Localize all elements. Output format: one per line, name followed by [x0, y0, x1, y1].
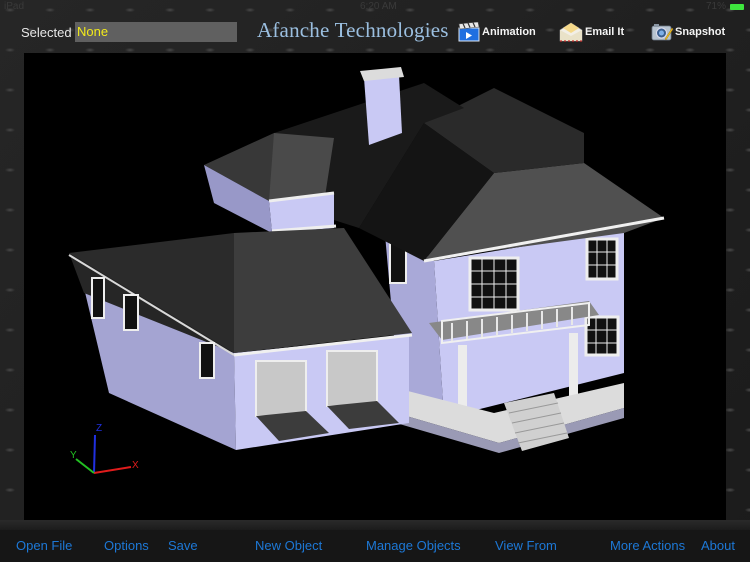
y-axis-label: Y	[70, 450, 77, 461]
status-time: 6:20 AM	[360, 1, 397, 12]
toolbar-divider	[0, 520, 750, 530]
email-it-button[interactable]: Email It	[559, 21, 624, 43]
garage-side-window	[199, 342, 215, 379]
chimney	[364, 75, 402, 145]
status-right: 71%	[706, 1, 744, 12]
about-button[interactable]: About	[701, 538, 735, 553]
x-axis-label: X	[132, 460, 139, 471]
house-model[interactable]: Z X Y	[24, 53, 726, 520]
upper-roof-face	[269, 133, 334, 203]
device-label: iPad	[4, 1, 25, 12]
3d-viewport[interactable]: Z X Y	[24, 53, 726, 520]
battery-icon	[730, 3, 744, 10]
porch-column	[569, 333, 578, 403]
axis-gizmo: Z X Y	[70, 423, 139, 474]
garage-door-right	[326, 350, 378, 407]
window-upper-right	[585, 237, 619, 281]
selected-object-field: None	[75, 22, 237, 42]
view-from-button[interactable]: View From	[495, 538, 557, 553]
garage-roof-front	[234, 228, 412, 353]
snapshot-label: Snapshot	[675, 26, 726, 38]
bottom-toolbar: Open File Options Save New Object Manage…	[0, 520, 750, 562]
camera-icon	[651, 22, 673, 42]
garage-side-window	[91, 277, 105, 319]
garage-side-window	[123, 294, 139, 331]
z-axis	[93, 434, 96, 474]
email-it-label: Email It	[585, 26, 625, 38]
x-axis	[93, 466, 132, 474]
battery-percent: 71%	[705, 1, 726, 12]
open-file-button[interactable]: Open File	[16, 538, 72, 553]
options-button[interactable]: Options	[104, 538, 149, 553]
manage-objects-button[interactable]: Manage Objects	[366, 538, 461, 553]
animation-button[interactable]: Animation	[458, 21, 536, 43]
clapperboard-icon	[458, 22, 480, 42]
animation-label: Animation	[482, 26, 536, 38]
more-actions-button[interactable]: More Actions	[610, 538, 685, 553]
brand-title: Afanche Technologies	[257, 18, 449, 42]
snapshot-button[interactable]: Snapshot	[651, 21, 725, 43]
envelope-icon	[559, 22, 583, 42]
y-axis	[75, 458, 95, 474]
status-bar: iPad 6:20 AM 71%	[0, 0, 750, 14]
new-object-button[interactable]: New Object	[255, 538, 322, 553]
selected-label: Selected	[21, 25, 72, 40]
window-lower-right	[584, 315, 620, 357]
z-axis-label: Z	[96, 423, 102, 434]
save-button[interactable]: Save	[168, 538, 198, 553]
garage-door-left	[255, 360, 307, 417]
